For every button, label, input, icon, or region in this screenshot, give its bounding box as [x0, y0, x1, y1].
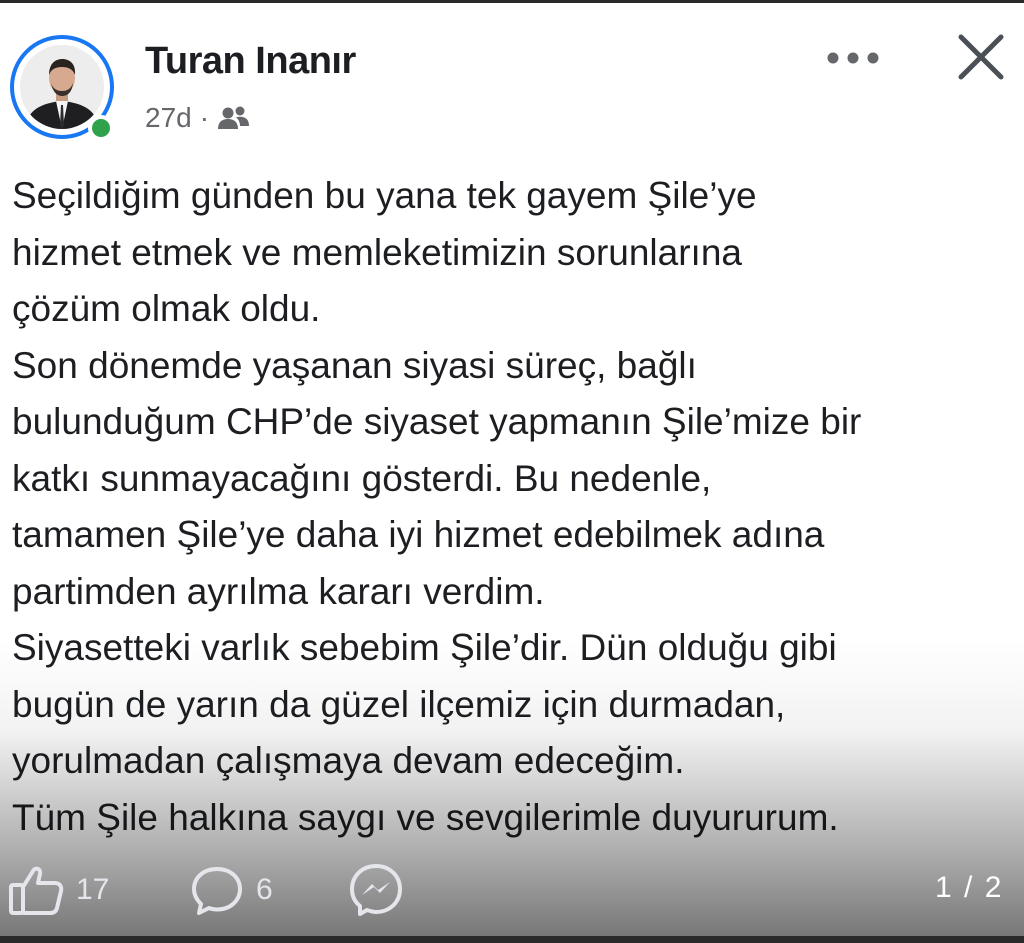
action-bar: 17 6: [0, 850, 1024, 930]
like-count: 17: [76, 873, 110, 906]
author-name[interactable]: Turan Inanır: [145, 40, 356, 83]
bottom-edge: [0, 936, 1024, 943]
comment-count: 6: [256, 873, 273, 906]
post-header: Turan Inanır 27d ·: [0, 0, 1024, 160]
post-meta: 27d ·: [145, 100, 251, 136]
post-text-line: bulunduğum CHP’de siyaset yapmanın Şile’…: [12, 401, 862, 442]
messenger-icon: [350, 864, 402, 916]
friends-icon[interactable]: [217, 105, 251, 131]
comment-button[interactable]: 6: [190, 860, 273, 920]
post-text-line: Seçildiğim günden bu yana tek gayem Şile…: [12, 175, 757, 216]
post-text-line: bugün de yarın da güzel ilçemiz için dur…: [12, 683, 786, 725]
like-button[interactable]: 17: [8, 860, 109, 920]
close-icon: [958, 34, 1004, 80]
post-text: Seçildiğim günden bu yana tek gayem Şile…: [12, 168, 1012, 846]
post-text-line: yorulmadan çalışmaya devam edeceğim.: [12, 740, 685, 781]
more-dots-icon: [827, 52, 879, 64]
post-text-line: tamamen Şile’ye daha iyi hizmet edebilme…: [12, 514, 825, 555]
post-text-line: katkı sunmayacağını gösterdi. Bu nedenle…: [12, 457, 712, 499]
profile-photo: [20, 45, 104, 129]
post-text-line: Siyasetteki varlık sebebim Şile’dir. Dün…: [12, 627, 837, 668]
messenger-share-button[interactable]: [348, 860, 404, 920]
photo-pager: 1 / 2: [935, 871, 1004, 904]
post-text-line: hizmet etmek ve memleketimizin sorunları…: [12, 231, 742, 273]
online-status-dot: [88, 115, 114, 141]
avatar[interactable]: [20, 45, 104, 129]
post-age[interactable]: 27d: [145, 102, 192, 134]
post-text-line: partimden ayrılma kararı verdim.: [12, 570, 545, 612]
close-button[interactable]: [950, 26, 1012, 88]
post-text-line: Son dönemde yaşanan siyasi süreç, bağlı: [12, 344, 697, 386]
comment-icon: [192, 867, 242, 915]
post-text-line: Tüm Şile halkına saygı ve sevgilerimle d…: [12, 796, 839, 838]
meta-separator: ·: [199, 102, 210, 133]
post-viewer: Turan Inanır 27d · Seçildiğim günden bu …: [0, 0, 1024, 943]
post-text-line: çözüm olmak oldu.: [12, 288, 321, 329]
thumbs-up-icon: [9, 866, 64, 915]
more-options-button[interactable]: [820, 38, 886, 78]
